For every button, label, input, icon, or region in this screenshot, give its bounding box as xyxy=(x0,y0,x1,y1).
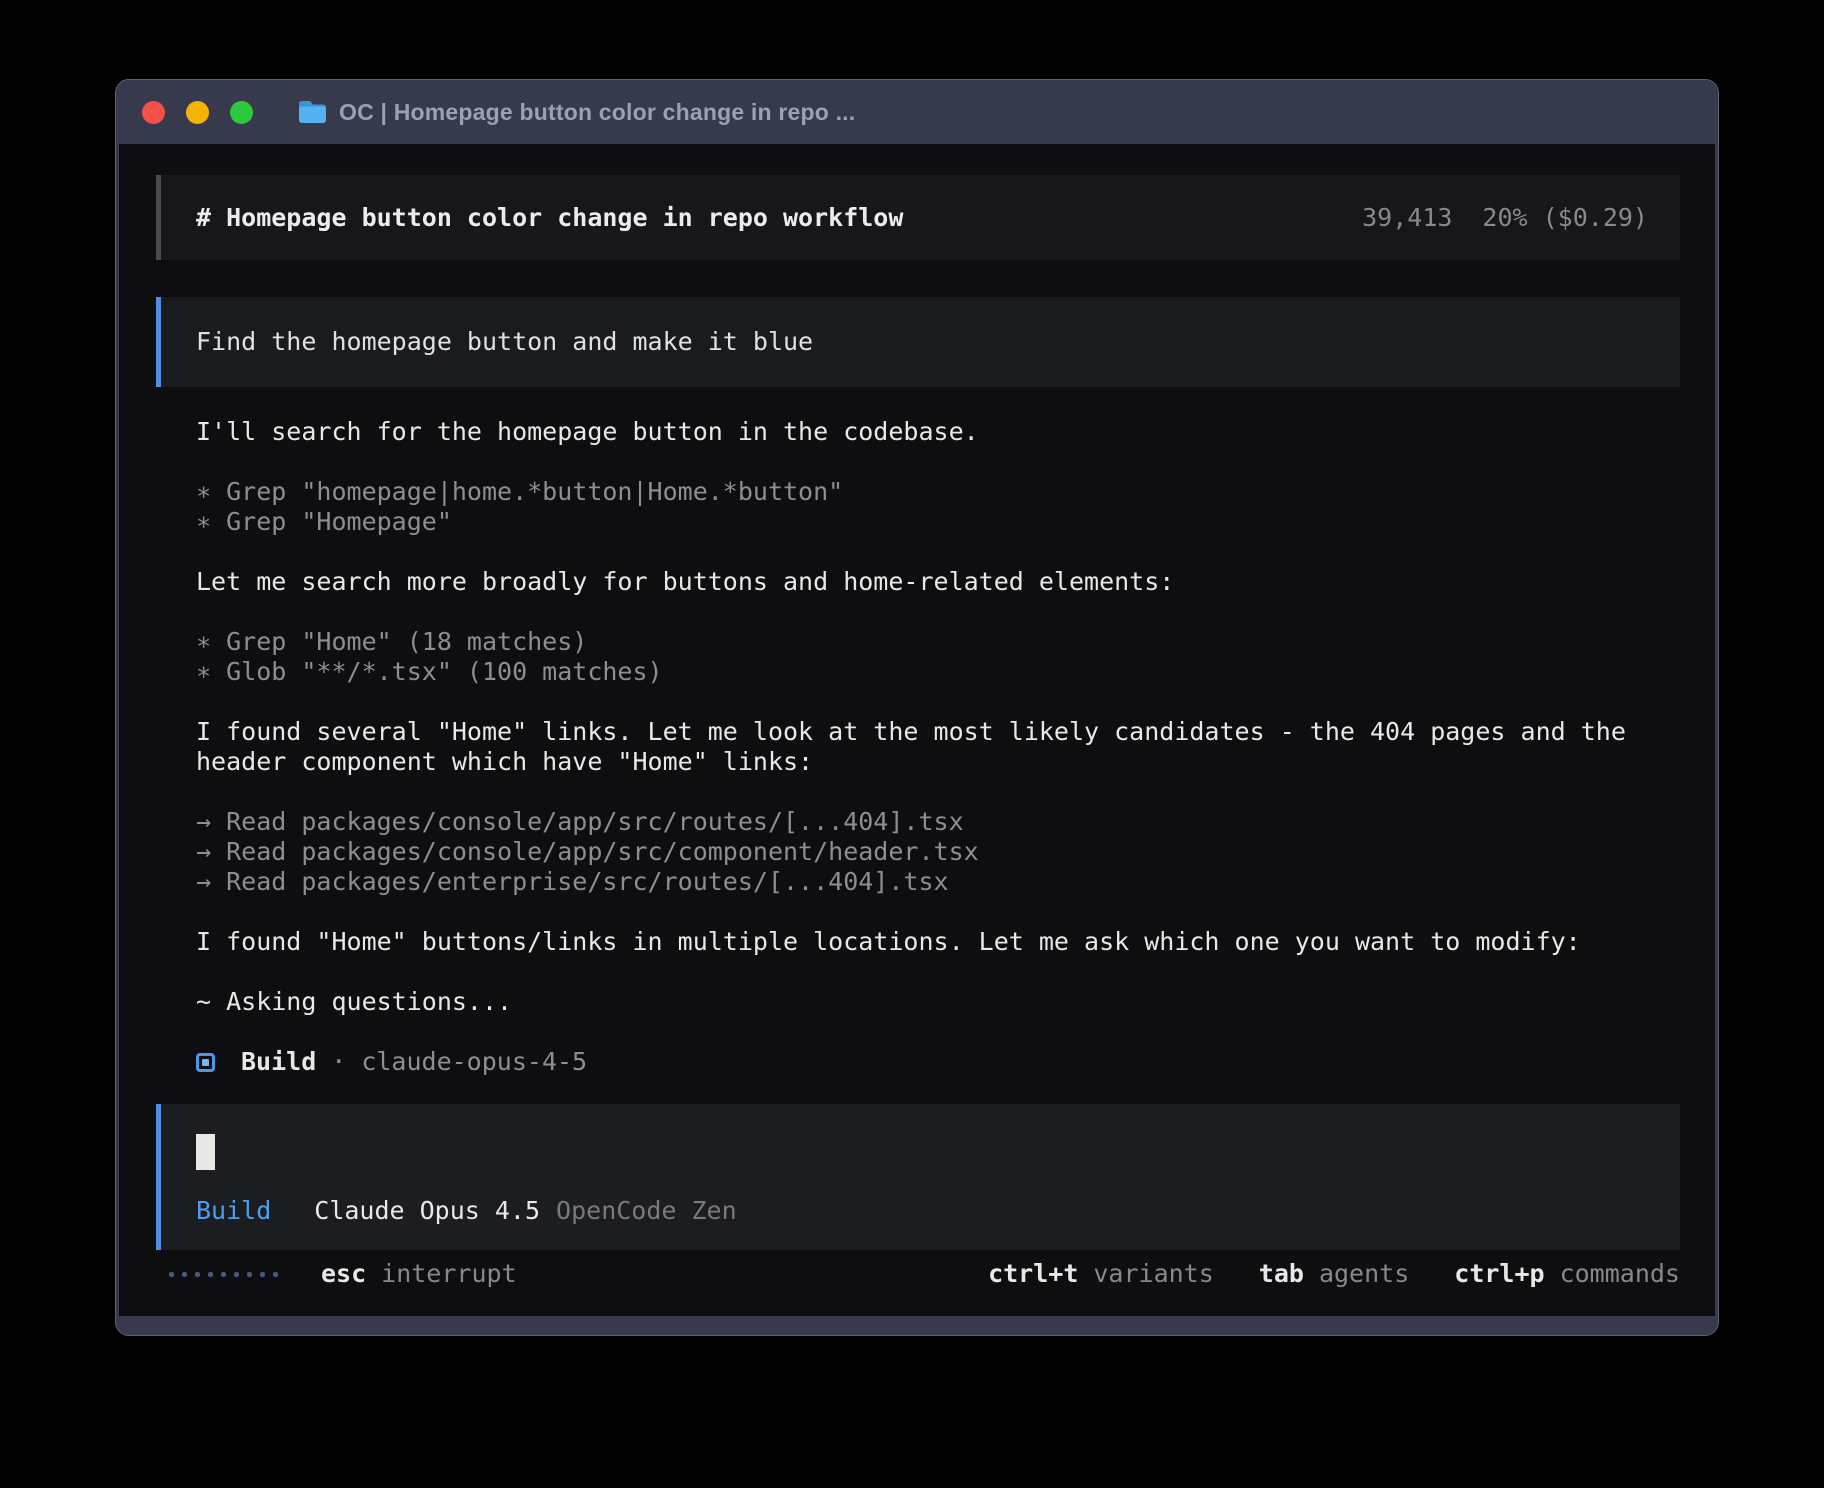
agent-badge-icon xyxy=(196,1053,215,1072)
tool-call-grep: ∗ Grep "Home" (18 matches) xyxy=(196,627,1688,657)
status-bar: esc interrupt ctrl+t variants tab agents… xyxy=(156,1259,1680,1289)
assistant-status: ~ Asking questions... xyxy=(196,987,1688,1017)
interrupt-label: interrupt xyxy=(381,1259,516,1289)
status-right: ctrl+t variants tab agents ctrl+p comman… xyxy=(943,1259,1680,1289)
conversation: I'll search for the homepage button in t… xyxy=(196,417,1688,1077)
shortcut-label: commands xyxy=(1560,1259,1680,1289)
agent-separator: · xyxy=(331,1047,346,1077)
terminal-content: # Homepage button color change in repo w… xyxy=(119,144,1715,1316)
input-provider-label: OpenCode Zen xyxy=(556,1196,737,1226)
tool-call-grep: ∗ Grep "Homepage" xyxy=(196,507,1688,537)
token-count: 39,413 xyxy=(1362,203,1452,233)
assistant-paragraph: I'll search for the homepage button in t… xyxy=(196,417,1688,447)
agent-name: Build xyxy=(241,1047,316,1077)
tool-call-read: → Read packages/console/app/src/routes/[… xyxy=(196,807,1688,837)
interrupt-key: esc xyxy=(321,1259,366,1289)
status-left: esc interrupt xyxy=(156,1259,517,1289)
session-stats: 39,413 20% ($0.29) xyxy=(1362,203,1648,233)
folder-icon xyxy=(297,100,327,124)
session-title: # Homepage button color change in repo w… xyxy=(196,203,903,233)
tool-call-group: ∗ Grep "homepage|home.*button|Home.*butt… xyxy=(196,477,1688,537)
agent-model: claude-opus-4-5 xyxy=(361,1047,587,1077)
close-button[interactable] xyxy=(142,101,165,124)
agent-line: Build · claude-opus-4-5 xyxy=(196,1047,1688,1077)
tool-call-read: → Read packages/enterprise/src/routes/[.… xyxy=(196,867,1688,897)
user-message: Find the homepage button and make it blu… xyxy=(156,297,1680,387)
shortcut-label: agents xyxy=(1319,1259,1409,1289)
zoom-button[interactable] xyxy=(230,101,253,124)
assistant-paragraph: I found several "Home" links. Let me loo… xyxy=(196,717,1688,777)
window-bottom-frame xyxy=(116,1316,1718,1335)
assistant-paragraph: Let me search more broadly for buttons a… xyxy=(196,567,1688,597)
window-titlebar[interactable]: OC | Homepage button color change in rep… xyxy=(116,80,1718,144)
shortcut-variants: ctrl+t variants xyxy=(988,1259,1214,1289)
tool-call-grep: ∗ Grep "homepage|home.*button|Home.*butt… xyxy=(196,477,1688,507)
shortcut-commands: ctrl+p commands xyxy=(1454,1259,1680,1289)
user-message-text: Find the homepage button and make it blu… xyxy=(196,327,813,357)
minimize-button[interactable] xyxy=(186,101,209,124)
shortcut-label: variants xyxy=(1093,1259,1213,1289)
tool-call-read: → Read packages/console/app/src/componen… xyxy=(196,837,1688,867)
tool-call-glob: ∗ Glob "**/*.tsx" (100 matches) xyxy=(196,657,1688,687)
assistant-paragraph: I found "Home" buttons/links in multiple… xyxy=(196,927,1688,957)
context-cost: 20% ($0.29) xyxy=(1482,203,1648,233)
session-header: # Homepage button color change in repo w… xyxy=(156,175,1680,260)
tool-call-group: ∗ Grep "Home" (18 matches) ∗ Glob "**/*.… xyxy=(196,627,1688,687)
terminal-window: OC | Homepage button color change in rep… xyxy=(115,79,1719,1336)
spinner-dots-icon xyxy=(169,1272,278,1277)
window-title: OC | Homepage button color change in rep… xyxy=(339,99,855,126)
tool-call-group: → Read packages/console/app/src/routes/[… xyxy=(196,807,1688,897)
prompt-input-area[interactable]: Build Claude Opus 4.5 OpenCode Zen xyxy=(156,1104,1680,1250)
shortcut-key: tab xyxy=(1259,1259,1304,1289)
shortcut-agents: tab agents xyxy=(1259,1259,1409,1289)
input-model-label: Claude Opus 4.5 xyxy=(314,1196,540,1226)
shortcut-key: ctrl+t xyxy=(988,1259,1078,1289)
shortcut-key: ctrl+p xyxy=(1454,1259,1544,1289)
traffic-lights xyxy=(142,101,253,124)
input-meta: Build Claude Opus 4.5 OpenCode Zen xyxy=(196,1196,1680,1226)
text-cursor xyxy=(196,1134,215,1170)
input-mode-label: Build xyxy=(196,1196,271,1226)
